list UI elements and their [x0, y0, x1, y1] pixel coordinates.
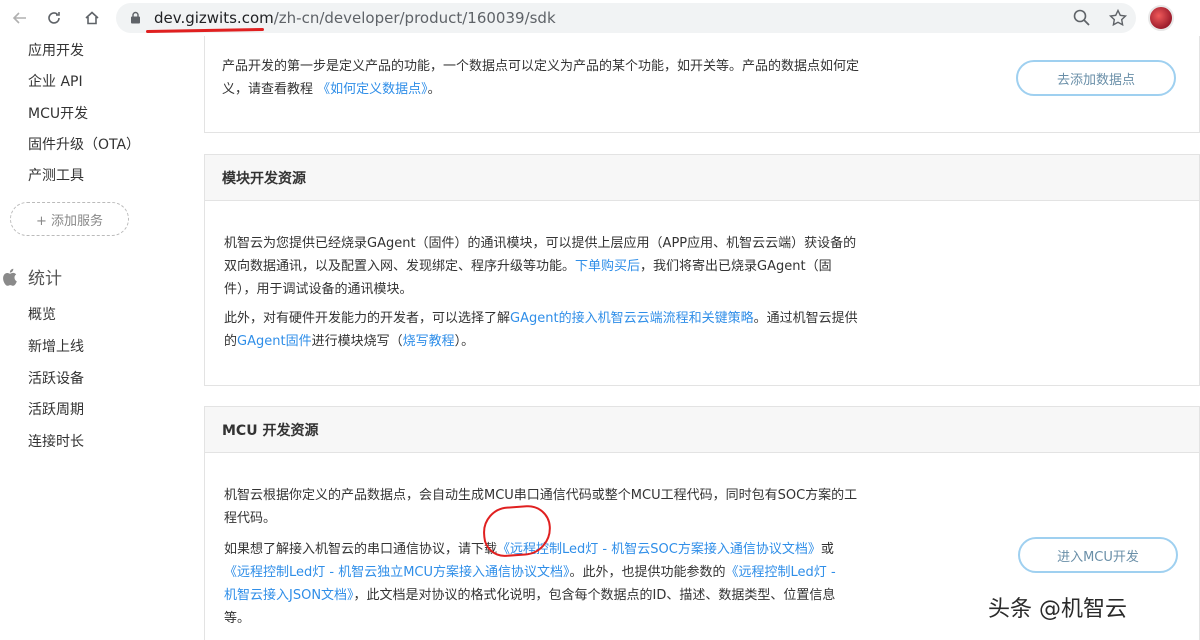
module-p2-line1: 此外，对有硬件开发能力的开发者，可以选择了解GAgent的接入机智云云端流程和关…	[224, 307, 984, 330]
module-p1-text: 双向数据通讯，以及配置入网、发现绑定、程序升级等功能。	[224, 259, 576, 274]
module-p2-text-burn: 进行模块烧写（	[311, 334, 403, 349]
mcu-p2-or: 或	[820, 542, 834, 557]
back-arrow-icon[interactable]	[8, 6, 32, 30]
gagent-access-flow-link[interactable]: GAgent的接入机智云云端流程和关键策略	[510, 311, 754, 326]
datapoint-description: 产品开发的第一步是定义产品的功能，一个数据点可以定义为产品的某个功能，如开关等。…	[222, 55, 982, 101]
address-bar[interactable]: dev.gizwits.com/zh-cn/developer/product/…	[116, 3, 1136, 33]
mcu-p2-line4: 等。	[224, 611, 251, 626]
url-domain: dev.gizwits.com	[154, 9, 274, 27]
sidebar-item-app-dev[interactable]: 应用开发	[28, 40, 84, 60]
datapoint-text-prefix: 义，请查看教程	[222, 82, 318, 97]
mcu-resources-title: MCU 开发资源	[205, 407, 1199, 453]
mcu-p2-text: 如果想了解接入机智云的串口通信协议，	[224, 542, 459, 557]
mcu-p2-text-cont: 。此外，也提供功能参数的	[569, 565, 726, 580]
order-purchase-link[interactable]: 下单购买后	[575, 259, 640, 274]
browser-toolbar: dev.gizwits.com/zh-cn/developer/product/…	[0, 0, 1200, 36]
datapoint-text-suffix: 。	[427, 82, 441, 97]
mcu-p2-text-desc: ，此文档是对协议的格式化说明，包含每个数据点的ID、描述、数据类型、位置信息	[353, 588, 836, 603]
zoom-icon[interactable]	[1072, 8, 1092, 28]
burn-tutorial-link[interactable]: 烧写教程	[403, 334, 455, 349]
sidebar-item-overview[interactable]: 概览	[28, 304, 56, 324]
module-p2-text-de: 的	[224, 334, 238, 349]
sidebar-item-enterprise-api[interactable]: 企业 API	[28, 71, 83, 91]
module-paragraph-1: 机智云为您提供已经烧录GAgent（固件）的通讯模块，可以提供上层应用（APP应…	[224, 232, 984, 301]
sidebar-item-mcu-dev[interactable]: MCU开发	[28, 103, 88, 123]
module-p1-text-cont: ，我们将寄出已烧录GAgent（固	[640, 259, 832, 274]
sidebar-item-connection-duration[interactable]: 连接时长	[28, 431, 84, 451]
datapoint-text-line2: 义，请查看教程 《如何定义数据点》。	[222, 78, 982, 101]
module-p2-line2: 的GAgent固件进行模块烧写（烧写教程）。	[224, 330, 984, 353]
mcu-p2-line2: 《远程控制Led灯 - 机智云独立MCU方案接入通信协议文档》。此外，也提供功能…	[224, 561, 984, 584]
module-p2-text: 此外，对有硬件开发能力的开发者，可以选择了解	[224, 311, 511, 326]
module-p1-line3: 件），用于调试设备的通讯模块。	[224, 282, 413, 297]
bookmark-star-icon[interactable]	[1108, 8, 1128, 28]
mcu-p1-line1: 机智云根据你定义的产品数据点，会自动生成MCU串口通信代码或整个MCU工程代码，…	[224, 488, 858, 503]
how-to-define-datapoint-link[interactable]: 《如何定义数据点》	[317, 82, 428, 97]
stats-label: 统计	[28, 269, 62, 289]
gagent-firmware-link[interactable]: GAgent固件	[237, 334, 312, 349]
mcu-p1-line2: 程代码。	[224, 511, 277, 526]
module-p1-line2: 双向数据通讯，以及配置入网、发现绑定、程序升级等功能。下单购买后，我们将寄出已烧…	[224, 255, 984, 278]
home-icon[interactable]	[80, 6, 104, 30]
stats-section-header[interactable]: 统计	[2, 264, 62, 289]
mcu-protocol-doc-link[interactable]: 《远程控制Led灯 - 机智云独立MCU方案接入通信协议文档》	[224, 565, 570, 580]
datapoint-text-line1: 产品开发的第一步是定义产品的功能，一个数据点可以定义为产品的某个功能，如开关等。…	[222, 59, 860, 74]
module-p1-line1: 机智云为您提供已经烧录GAgent（固件）的通讯模块，可以提供上层应用（APP应…	[224, 236, 857, 251]
sidebar-item-new-online[interactable]: 新增上线	[28, 336, 84, 356]
mcu-p2-line1: 如果想了解接入机智云的串口通信协议，请下载《远程控制Led灯 - 机智云SOC方…	[224, 538, 984, 561]
sidebar-item-active-period[interactable]: 活跃周期	[28, 399, 84, 419]
module-p2-text-end: ）。	[454, 334, 475, 349]
add-datapoint-button[interactable]: 去添加数据点	[1016, 60, 1176, 96]
sidebar: 应用开发 企业 API MCU开发 固件升级（OTA） 产测工具 + 添加服务 …	[0, 36, 190, 640]
reload-icon[interactable]	[42, 6, 66, 30]
sidebar-item-active-devices[interactable]: 活跃设备	[28, 368, 84, 388]
add-service-button[interactable]: + 添加服务	[10, 202, 129, 236]
mcu-paragraph-2: 如果想了解接入机智云的串口通信协议，请下载《远程控制Led灯 - 机智云SOC方…	[224, 538, 984, 630]
enter-mcu-dev-button[interactable]: 进入MCU开发	[1018, 537, 1178, 573]
profile-avatar[interactable]	[1148, 5, 1174, 31]
mcu-p2-line3: 机智云接入JSON文档》，此文档是对协议的格式化说明，包含每个数据点的ID、描述…	[224, 584, 984, 607]
led-json-doc-link[interactable]: 《远程控制Led灯 -	[726, 565, 836, 580]
sidebar-item-production-test[interactable]: 产测工具	[28, 165, 84, 185]
sidebar-item-ota[interactable]: 固件升级（OTA）	[28, 134, 140, 154]
lock-icon	[131, 11, 140, 24]
watermark: 头条 @机智云	[988, 597, 1127, 622]
module-resources-title: 模块开发资源	[205, 155, 1199, 201]
url-path: /zh-cn/developer/product/160039/sdk	[273, 9, 556, 27]
datapoint-card: 产品开发的第一步是定义产品的功能，一个数据点可以定义为产品的某个功能，如开关等。…	[204, 36, 1200, 133]
mcu-paragraph-1: 机智云根据你定义的产品数据点，会自动生成MCU串口通信代码或整个MCU工程代码，…	[224, 484, 984, 530]
json-doc-link[interactable]: 机智云接入JSON文档》	[224, 588, 354, 603]
url-text: dev.gizwits.com/zh-cn/developer/product/…	[154, 9, 556, 27]
module-resources-card: 模块开发资源 机智云为您提供已经烧录GAgent（固件）的通讯模块，可以提供上层…	[204, 154, 1200, 386]
module-p2-text-cont: 。通过机智云提供	[753, 311, 858, 326]
module-paragraph-2: 此外，对有硬件开发能力的开发者，可以选择了解GAgent的接入机智云云端流程和关…	[224, 307, 984, 353]
apple-icon	[3, 268, 17, 286]
